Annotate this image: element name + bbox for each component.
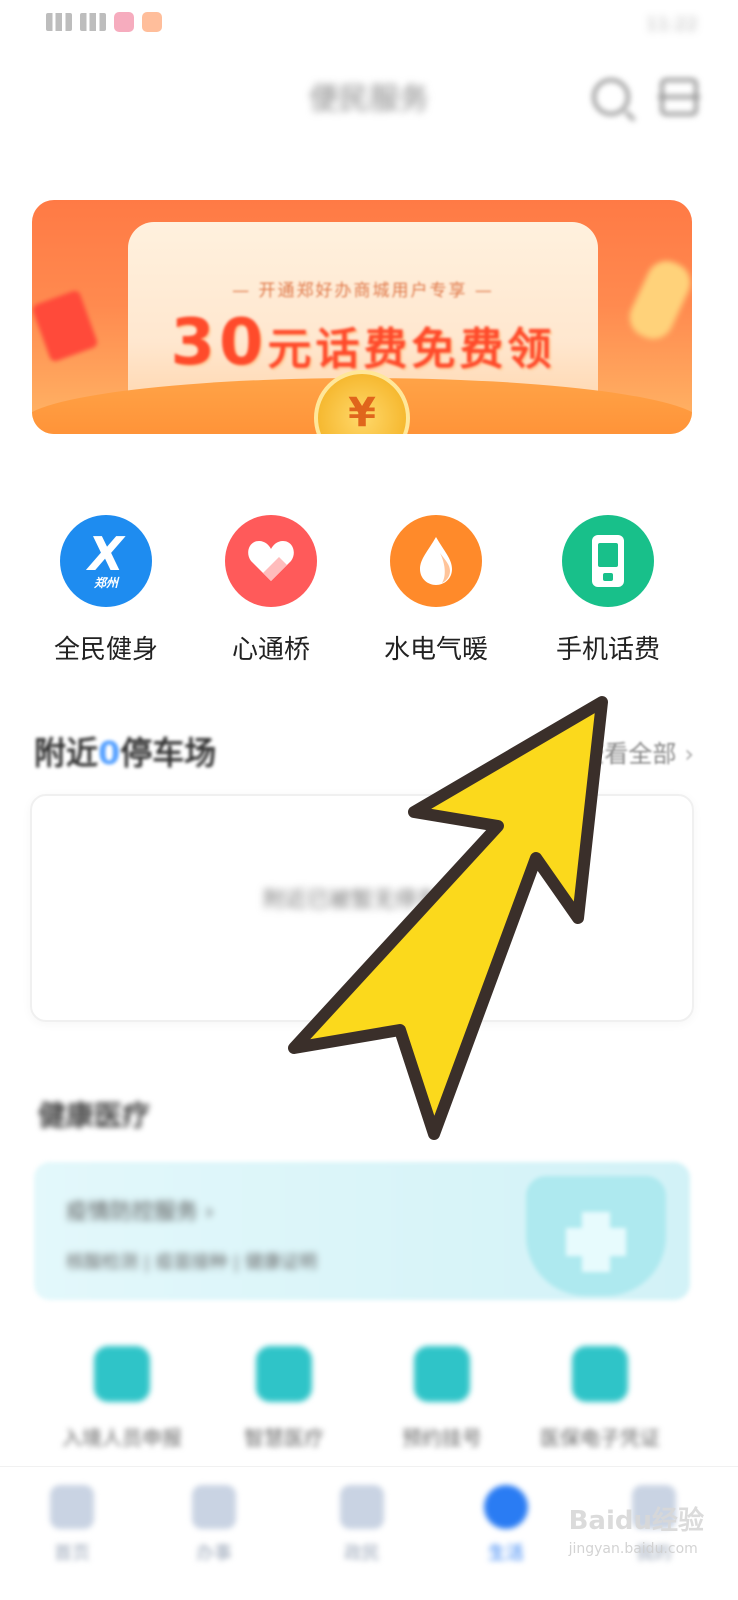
water-drop-icon [390, 515, 482, 607]
parking-section-title: 附近0停车场 [34, 728, 216, 774]
banner-headline-text: 元话费免费领 [267, 324, 556, 375]
health-service-label: 医保电子凭证 [540, 1426, 660, 1450]
service-mobile-topup[interactable]: 手机话费 [538, 515, 678, 666]
status-time: 11:22 [646, 14, 698, 35]
health-service-icon [414, 1346, 470, 1402]
status-bar: 11:22 [0, 0, 738, 56]
parking-empty-text: 附近已被暂无停车场 [262, 888, 461, 913]
view-all-label: 查看全部 [580, 740, 677, 768]
health-card-title: 疫情防控服务 › [66, 1200, 214, 1225]
banner-headline: 30元话费免费领 [128, 306, 598, 380]
heart-icon [484, 1485, 528, 1529]
coin-symbol: ¥ [348, 390, 376, 434]
health-service-label: 预约挂号 [402, 1426, 482, 1450]
fitness-city-badge: 郑州 [93, 576, 118, 590]
nav-services[interactable]: 办事 [164, 1485, 264, 1565]
scan-icon[interactable] [658, 78, 700, 116]
nav-label: 政民 [344, 1543, 380, 1564]
home-icon [50, 1485, 94, 1529]
nav-government[interactable]: 政民 [312, 1485, 412, 1565]
service-grid: Χ 郑州 全民健身 心通桥 水电气暖 手机话费 [0, 515, 738, 675]
service-utilities[interactable]: 水电气暖 [366, 515, 506, 666]
health-service-label: 入境人员申报 [62, 1426, 182, 1450]
baidu-watermark: Baidu经验 jingyan.baidu.com [569, 1500, 704, 1557]
service-label: 水电气暖 [383, 635, 488, 665]
nav-label: 首页 [54, 1543, 90, 1564]
health-service-item[interactable]: 智慧医疗 [204, 1346, 364, 1451]
banner-subtitle: — 开通郑好办商城用户专享 — [232, 281, 494, 301]
status-icons-left [46, 12, 162, 32]
service-label: 手机话费 [555, 635, 660, 665]
chevron-right-icon: › [684, 740, 694, 768]
decoration-shape [623, 254, 692, 346]
signal-icon-2 [80, 13, 106, 31]
nav-label: 办事 [196, 1543, 232, 1564]
health-service-icon [572, 1346, 628, 1402]
health-service-grid: 入境人员申报 智慧医疗 预约挂号 医保电子凭证 [0, 1346, 738, 1466]
nav-home[interactable]: 首页 [22, 1485, 122, 1565]
gift-box-icon [32, 289, 99, 363]
watermark-brand: Baidu经验 [568, 1506, 704, 1536]
heart-bridge-icon [225, 515, 317, 607]
health-card[interactable]: 疫情防控服务 › 核酸检测 | 疫苗接种 | 健康证明 [34, 1162, 690, 1300]
medical-shield-icon [526, 1176, 666, 1296]
service-label: 心通桥 [231, 635, 310, 665]
view-all-link[interactable]: 查看全部 › [580, 734, 694, 769]
health-service-label: 智慧医疗 [244, 1426, 324, 1450]
banner-amount: 30 [170, 306, 268, 380]
parking-title-suffix: 停车场 [120, 734, 217, 772]
mobile-phone-icon [562, 515, 654, 607]
app-notification-icon-2 [142, 12, 162, 32]
fitness-zhengzhou-icon: Χ 郑州 [60, 515, 152, 607]
health-service-item[interactable]: 入境人员申报 [42, 1346, 202, 1451]
watermark-url: jingyan.baidu.com [568, 1541, 698, 1557]
health-service-icon [94, 1346, 150, 1402]
parking-title-prefix: 附近 [34, 734, 99, 772]
briefcase-icon [192, 1485, 236, 1529]
health-service-icon [256, 1346, 312, 1402]
signal-icon [46, 13, 72, 31]
promo-banner[interactable]: — 开通郑好办商城用户专享 — 30元话费免费领 ¥ [32, 200, 692, 434]
parking-count: 0 [98, 734, 121, 772]
search-icon[interactable] [592, 78, 630, 116]
nav-label: 生活 [488, 1543, 524, 1564]
service-label: 全民健身 [53, 635, 158, 665]
health-section-title: 健康医疗 [38, 1099, 151, 1132]
parking-card: 附近已被暂无停车场 [30, 794, 694, 1022]
health-card-subtitle: 核酸检测 | 疫苗接种 | 健康证明 [66, 1252, 318, 1273]
header-actions [592, 78, 700, 116]
document-icon [340, 1485, 384, 1529]
app-notification-icon [114, 12, 134, 32]
health-service-item[interactable]: 医保电子凭证 [520, 1346, 680, 1451]
service-fitness[interactable]: Χ 郑州 全民健身 [36, 515, 176, 666]
service-heart-bridge[interactable]: 心通桥 [201, 515, 341, 666]
nav-life[interactable]: 生活 [456, 1485, 556, 1565]
health-service-item[interactable]: 预约挂号 [362, 1346, 522, 1451]
